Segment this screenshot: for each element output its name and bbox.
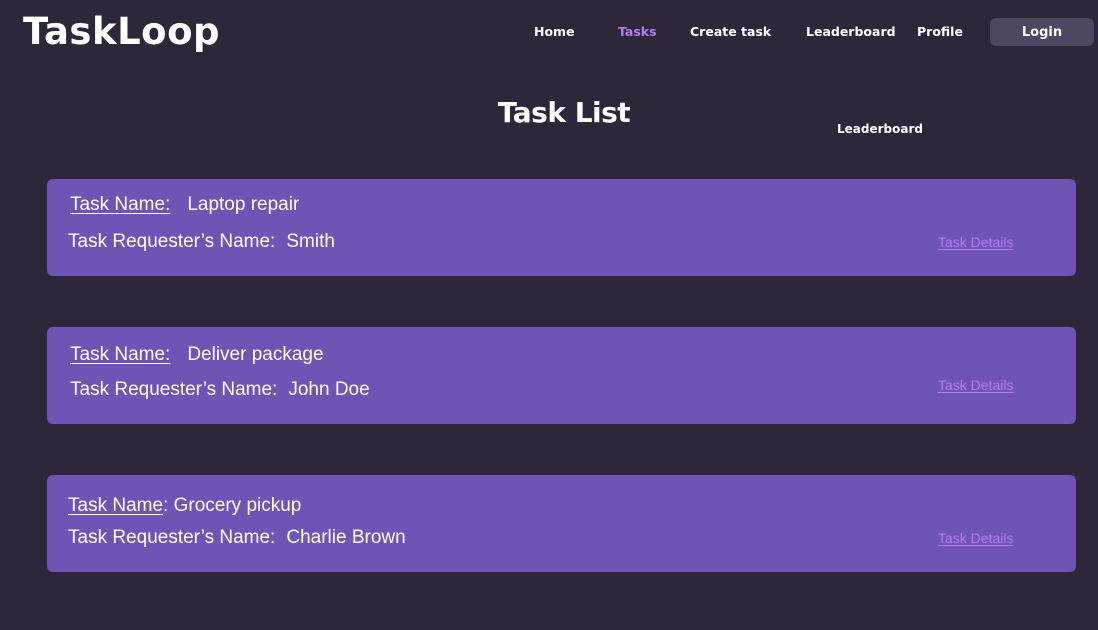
task-name-row: Task Name: Grocery pickup: [68, 494, 301, 518]
nav-profile[interactable]: Profile: [917, 23, 963, 41]
login-button[interactable]: Login: [990, 18, 1094, 46]
nav-home[interactable]: Home: [534, 23, 575, 41]
task-requester-value: John Doe: [288, 379, 370, 400]
task-name-label: Task Name:: [70, 194, 171, 215]
task-name-label: Task Name: [68, 495, 164, 516]
task-card: Task Name: Deliver package Task Requester…: [47, 327, 1076, 424]
task-details-link[interactable]: Task Details: [938, 529, 1013, 547]
nav-leaderboard[interactable]: Leaderboard: [806, 23, 896, 41]
task-name-value: Laptop repair: [187, 194, 300, 215]
task-details-link[interactable]: Task Details: [938, 376, 1013, 394]
task-requester-value: Smith: [286, 231, 335, 252]
leaderboard-link[interactable]: Leaderboard: [837, 121, 923, 137]
task-name-colon: :: [163, 495, 174, 516]
task-name-row: Task Name: Laptop repair: [70, 193, 299, 217]
task-details-link[interactable]: Task Details: [938, 233, 1013, 251]
task-requester-label: Task Requester’s Name:: [68, 231, 276, 252]
page-title: Task List: [497, 96, 631, 129]
task-requester-value: Charlie Brown: [286, 527, 406, 548]
task-name-row: Task Name: Deliver package: [70, 343, 324, 367]
task-requester-row: Task Requester’s Name: Charlie Brown: [68, 526, 406, 550]
task-card: Task Name: Laptop repair Task Requester’s…: [47, 179, 1076, 276]
nav-create-task[interactable]: Create task: [690, 23, 771, 41]
task-card: Task Name: Grocery pickup Task Requester…: [47, 475, 1076, 572]
app-logo[interactable]: TaskLoop: [23, 8, 220, 56]
task-requester-row: Task Requester’s Name: Smith: [68, 230, 335, 254]
task-name-value: Grocery pickup: [173, 495, 302, 516]
task-requester-label: Task Requester’s Name:: [70, 379, 278, 400]
task-requester-row: Task Requester’s Name: John Doe: [70, 378, 370, 402]
task-name-value: Deliver package: [187, 344, 324, 365]
task-name-label: Task Name:: [70, 344, 171, 365]
task-requester-label: Task Requester’s Name:: [68, 527, 276, 548]
nav-tasks[interactable]: Tasks: [618, 23, 657, 41]
